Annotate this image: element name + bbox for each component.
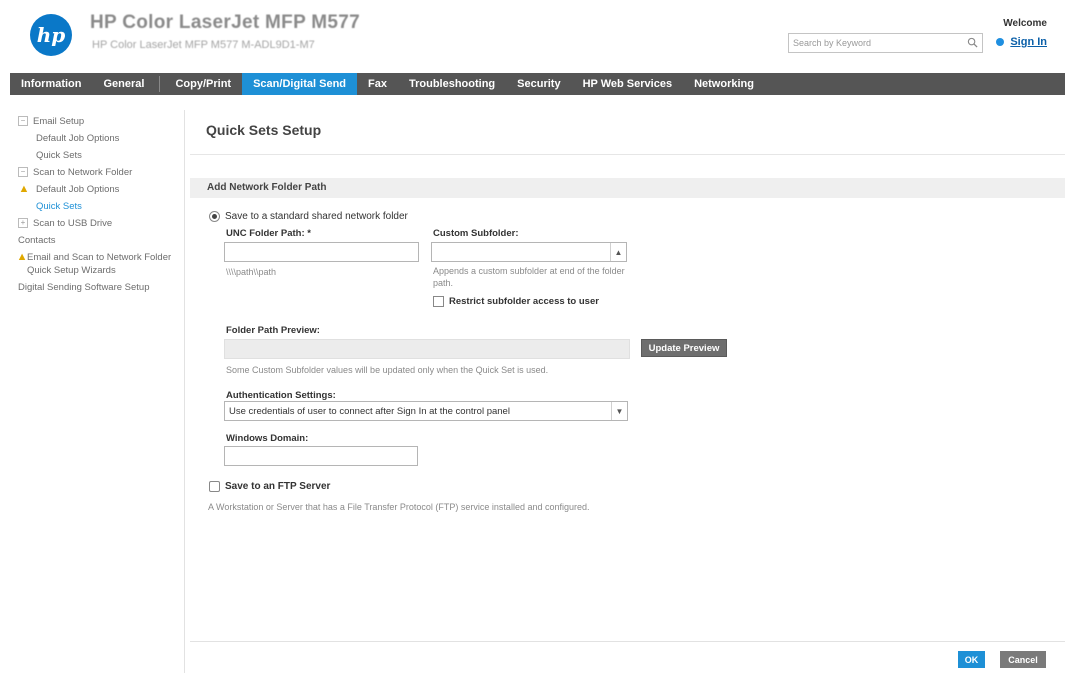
sign-in-area: Sign In xyxy=(996,36,1047,48)
sidebar-item-contacts[interactable]: Contacts xyxy=(18,234,183,247)
unc-folder-path-hint: \\\\path\\path xyxy=(226,267,277,277)
radio-ftp-server[interactable]: Save to an FTP Server xyxy=(209,481,330,492)
sign-in-link[interactable]: Sign In xyxy=(1010,36,1047,48)
sidebar-item-label: Quick Sets xyxy=(36,150,82,161)
warning-icon: ▲ xyxy=(18,182,30,195)
ftp-server-label: Save to an FTP Server xyxy=(225,481,331,492)
custom-subfolder-select[interactable]: ▲ xyxy=(431,242,627,262)
ok-button[interactable]: OK xyxy=(958,651,985,668)
sidebar-divider xyxy=(184,110,185,673)
custom-subfolder-hint: Appends a custom subfolder at end of the… xyxy=(433,266,625,288)
sidebar-item-email-quick-sets[interactable]: Quick Sets xyxy=(18,149,183,162)
sidebar-item-email-default-job-options[interactable]: Default Job Options xyxy=(18,132,183,145)
tab-fax[interactable]: Fax xyxy=(357,73,398,95)
tab-general[interactable]: General xyxy=(93,73,156,95)
search-input[interactable] xyxy=(789,34,957,52)
sidebar-item-label: Default Job Options xyxy=(36,133,120,144)
search-icon[interactable] xyxy=(967,37,978,48)
tab-scan-digital-send[interactable]: Scan/Digital Send xyxy=(242,73,358,95)
tab-information[interactable]: Information xyxy=(10,73,93,95)
radio-standard-shared-folder[interactable]: Save to a standard shared network folder xyxy=(209,211,408,222)
collapse-icon[interactable]: − xyxy=(18,116,28,126)
sidebar: − Email Setup Default Job Options Quick … xyxy=(16,115,183,298)
title-divider xyxy=(190,154,1065,155)
user-status-icon xyxy=(996,38,1005,46)
update-preview-button[interactable]: Update Preview xyxy=(641,339,727,357)
sidebar-item-label: Default Job Options xyxy=(36,184,120,195)
expand-icon[interactable]: + xyxy=(18,218,28,228)
sidebar-item-label: Scan to USB Drive xyxy=(33,218,113,229)
search-box xyxy=(788,33,983,53)
restrict-subfolder-checkbox-row[interactable]: Restrict subfolder access to user xyxy=(433,296,599,307)
restrict-subfolder-label: Restrict subfolder access to user xyxy=(449,296,599,307)
sidebar-item-label: Digital Sending Software Setup xyxy=(18,282,150,293)
section-title: Add Network Folder Path xyxy=(207,182,327,193)
radio-label: Save to a standard shared network folder xyxy=(225,211,408,222)
hp-logo[interactable]: hp xyxy=(30,14,72,56)
tab-networking[interactable]: Networking xyxy=(683,73,765,95)
sidebar-item-quick-setup-wizards[interactable]: ▲ Email and Scan to Network Folder Quick… xyxy=(16,250,183,277)
ftp-server-checkbox[interactable] xyxy=(209,481,220,492)
windows-domain-input[interactable] xyxy=(224,446,418,466)
sidebar-item-email-setup[interactable]: − Email Setup xyxy=(18,115,183,128)
page-title: Quick Sets Setup xyxy=(206,122,322,138)
folder-path-preview-field xyxy=(224,339,630,359)
dropdown-icon[interactable]: ▲ xyxy=(610,243,626,261)
unc-folder-path-input[interactable] xyxy=(224,242,419,262)
sidebar-item-scan-to-network-folder[interactable]: − Scan to Network Folder xyxy=(18,166,183,179)
sidebar-item-label: Quick Sets xyxy=(36,201,82,212)
folder-path-preview-label: Folder Path Preview: xyxy=(226,325,320,336)
sidebar-item-label: Scan to Network Folder xyxy=(33,167,133,178)
windows-domain-label: Windows Domain: xyxy=(226,433,309,444)
tab-security[interactable]: Security xyxy=(506,73,571,95)
nav-divider xyxy=(159,76,161,92)
sidebar-item-label: Email Setup xyxy=(33,116,85,127)
sidebar-item-folder-quick-sets[interactable]: Quick Sets xyxy=(18,200,183,213)
ftp-server-hint: A Workstation or Server that has a File … xyxy=(208,502,590,512)
sidebar-item-scan-to-usb-drive[interactable]: + Scan to USB Drive xyxy=(18,217,183,230)
authentication-selected-value: Use credentials of user to connect after… xyxy=(229,405,510,417)
warning-icon: ▲ xyxy=(16,250,28,263)
welcome-text: Welcome xyxy=(1003,18,1047,29)
main-nav: Information General Copy/Print Scan/Digi… xyxy=(10,73,1065,95)
header: hp HP Color LaserJet MFP M577 HP Color L… xyxy=(0,0,1065,66)
sidebar-item-label: Email and Scan to Network Folder Quick S… xyxy=(27,252,172,276)
product-name: HP Color LaserJet MFP M577 xyxy=(90,12,361,33)
restrict-subfolder-checkbox[interactable] xyxy=(433,296,444,307)
sidebar-item-digital-sending-software-setup[interactable]: Digital Sending Software Setup xyxy=(18,281,183,294)
folder-path-preview-hint: Some Custom Subfolder values will be upd… xyxy=(226,365,549,375)
sidebar-item-label: Contacts xyxy=(18,235,56,246)
tab-hp-web-services[interactable]: HP Web Services xyxy=(572,73,683,95)
cancel-button[interactable]: Cancel xyxy=(1000,651,1046,668)
unc-folder-path-label: UNC Folder Path: * xyxy=(226,228,311,239)
product-subtitle: HP Color LaserJet MFP M577 M-ADL9D1-M7 xyxy=(92,39,315,51)
authentication-settings-label: Authentication Settings: xyxy=(226,390,336,401)
chevron-down-icon[interactable]: ▼ xyxy=(611,402,627,420)
footer-divider xyxy=(190,641,1065,642)
radio-button[interactable] xyxy=(209,211,220,222)
tab-troubleshooting[interactable]: Troubleshooting xyxy=(398,73,506,95)
tab-copy-print[interactable]: Copy/Print xyxy=(164,73,242,95)
custom-subfolder-label: Custom Subfolder: xyxy=(433,228,519,239)
collapse-icon[interactable]: − xyxy=(18,167,28,177)
sidebar-item-folder-default-job-options[interactable]: ▲ Default Job Options xyxy=(18,183,183,196)
authentication-settings-select[interactable]: Use credentials of user to connect after… xyxy=(224,401,628,421)
